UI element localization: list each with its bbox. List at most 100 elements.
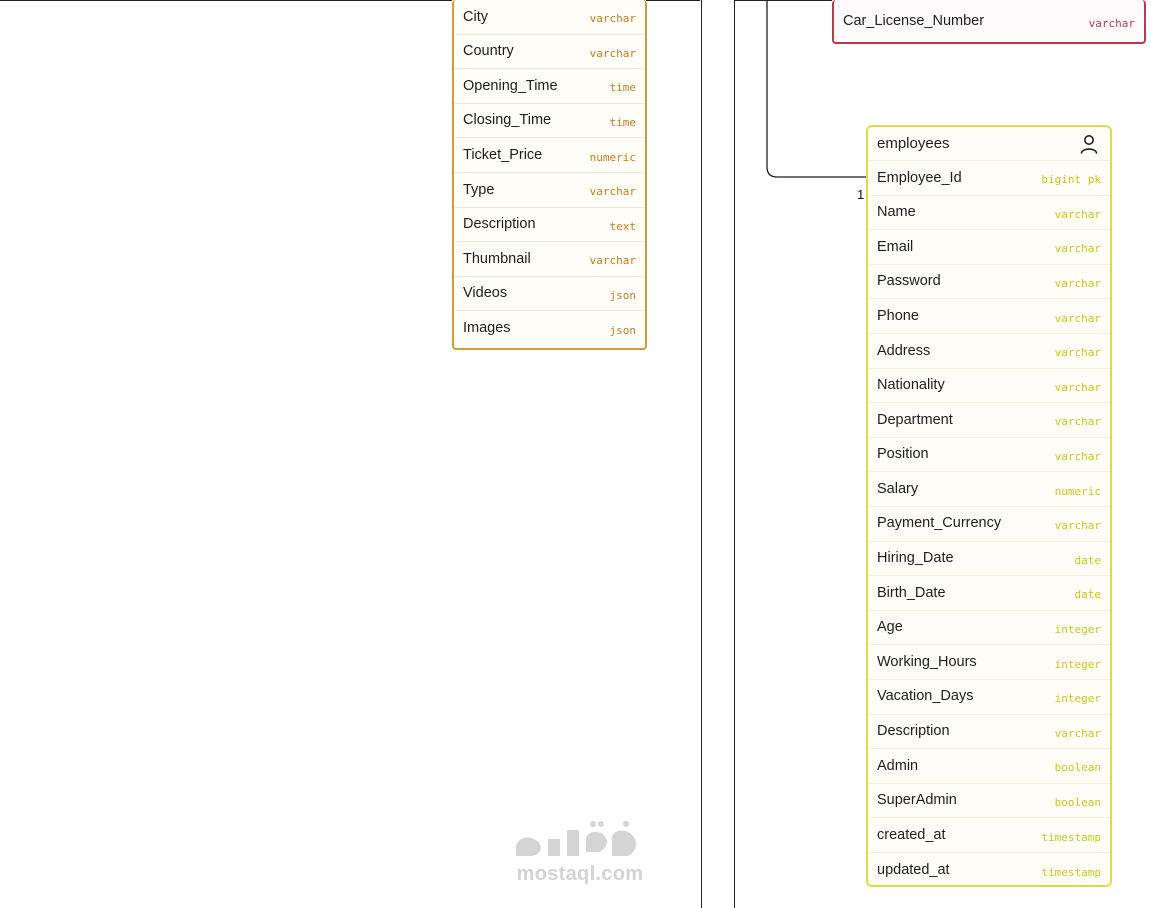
table-row[interactable]: SuperAdmin boolean <box>868 784 1110 819</box>
table-row[interactable]: Opening_Time time <box>454 69 645 104</box>
column-name: City <box>463 8 488 25</box>
top-right-entity-table[interactable]: Car_License_Number varchar <box>832 0 1146 44</box>
top-border-segment <box>646 0 700 1</box>
table-title: employees <box>877 135 950 152</box>
table-row[interactable]: Images json <box>454 311 645 346</box>
table-row[interactable]: Type varchar <box>454 173 645 208</box>
column-name: Address <box>877 342 931 359</box>
column-type: boolean <box>1054 795 1101 809</box>
column-name: Car_License_Number <box>843 12 985 29</box>
vertical-divider-line <box>701 0 702 908</box>
column-type: varchar <box>1054 242 1101 256</box>
diagram-canvas: 1 City varchar Country varchar Opening_T… <box>0 0 1151 908</box>
column-type: varchar <box>589 185 636 199</box>
table-row[interactable]: Car_License_Number varchar <box>834 0 1144 42</box>
vertical-divider-line <box>734 0 735 908</box>
table-row[interactable]: Position varchar <box>868 438 1110 473</box>
column-name: Nationality <box>877 377 945 394</box>
column-type: time <box>609 81 637 95</box>
column-name: SuperAdmin <box>877 792 957 809</box>
column-type: varchar <box>1088 16 1135 30</box>
column-name: updated_at <box>877 861 950 878</box>
column-type: date <box>1074 588 1102 602</box>
watermark-text: mostaql.com <box>516 863 644 885</box>
column-name: Name <box>877 204 916 221</box>
table-row[interactable]: Department varchar <box>868 403 1110 438</box>
table-row[interactable]: Birth_Date date <box>868 576 1110 611</box>
table-row[interactable]: updated_at timestamp <box>868 853 1110 885</box>
column-type: boolean <box>1054 761 1101 775</box>
column-name: Birth_Date <box>877 584 946 601</box>
column-name: Hiring_Date <box>877 550 954 567</box>
table-row[interactable]: Description text <box>454 208 645 243</box>
column-type: integer <box>1054 692 1101 706</box>
column-type: time <box>609 116 637 130</box>
column-name: Closing_Time <box>463 112 552 129</box>
top-border-segment <box>735 0 832 1</box>
mostaql-logo-icon <box>515 821 636 856</box>
column-name: Country <box>463 43 514 60</box>
column-name: Description <box>463 216 536 233</box>
column-name: created_at <box>877 826 946 843</box>
table-row[interactable]: Description varchar <box>868 715 1110 750</box>
column-name: Email <box>877 238 914 255</box>
table-row[interactable]: Payment_Currency varchar <box>868 507 1110 542</box>
column-type: text <box>609 219 637 233</box>
table-row[interactable]: Phone varchar <box>868 299 1110 334</box>
table-row[interactable]: City varchar <box>454 0 645 35</box>
table-row[interactable]: Admin boolean <box>868 749 1110 784</box>
table-row[interactable]: Age integer <box>868 611 1110 646</box>
column-name: Opening_Time <box>463 77 558 94</box>
column-name: Description <box>877 723 950 740</box>
table-row[interactable]: Closing_Time time <box>454 104 645 139</box>
table-row[interactable]: Nationality varchar <box>868 369 1110 404</box>
table-row[interactable]: Country varchar <box>454 35 645 70</box>
column-type: varchar <box>1054 450 1101 464</box>
column-type: bigint pk <box>1041 173 1101 187</box>
column-name: Age <box>877 619 903 636</box>
column-name: Phone <box>877 307 919 324</box>
employees-table[interactable]: employees Employee_Id bigint pk Name var… <box>866 125 1112 887</box>
column-name: Thumbnail <box>463 250 531 267</box>
column-type: timestamp <box>1041 830 1101 844</box>
column-type: integer <box>1054 623 1101 637</box>
column-type: varchar <box>1054 415 1101 429</box>
column-name: Ticket_Price <box>463 146 543 163</box>
table-row[interactable]: Email varchar <box>868 230 1110 265</box>
column-name: Videos <box>463 285 508 302</box>
table-row[interactable]: Employee_Id bigint pk <box>868 161 1110 196</box>
table-row[interactable]: Videos json <box>454 277 645 312</box>
left-entity-table[interactable]: City varchar Country varchar Opening_Tim… <box>452 0 647 350</box>
table-row[interactable]: Salary numeric <box>868 472 1110 507</box>
column-type: json <box>609 289 637 303</box>
column-type: json <box>609 324 637 338</box>
column-type: varchar <box>1054 311 1101 325</box>
column-name: Password <box>877 273 941 290</box>
table-row[interactable]: created_at timestamp <box>868 818 1110 853</box>
column-name: Employee_Id <box>877 169 962 186</box>
column-name: Images <box>463 320 511 337</box>
table-row[interactable]: Working_Hours integer <box>868 645 1110 680</box>
table-row[interactable]: Name varchar <box>868 196 1110 231</box>
column-type: varchar <box>1054 346 1101 360</box>
table-row[interactable]: Thumbnail varchar <box>454 242 645 277</box>
table-row[interactable]: Ticket_Price numeric <box>454 138 645 173</box>
table-row[interactable]: Address varchar <box>868 334 1110 369</box>
relationship-cardinality-label: 1 <box>857 187 865 202</box>
user-icon[interactable] <box>1078 133 1100 155</box>
column-type: varchar <box>589 254 636 268</box>
column-type: varchar <box>1054 519 1101 533</box>
column-type: date <box>1074 553 1102 567</box>
column-type: timestamp <box>1041 865 1101 879</box>
top-border-segment <box>0 0 452 1</box>
column-name: Working_Hours <box>877 653 977 670</box>
column-type: varchar <box>1054 207 1101 221</box>
table-row[interactable]: Vacation_Days integer <box>868 680 1110 715</box>
column-type: integer <box>1054 657 1101 671</box>
column-name: Department <box>877 411 953 428</box>
column-type: varchar <box>589 12 636 26</box>
watermark: mostaql.com <box>500 818 660 886</box>
table-row[interactable]: Password varchar <box>868 265 1110 300</box>
table-row[interactable]: Hiring_Date date <box>868 542 1110 577</box>
table-header[interactable]: employees <box>868 127 1110 161</box>
